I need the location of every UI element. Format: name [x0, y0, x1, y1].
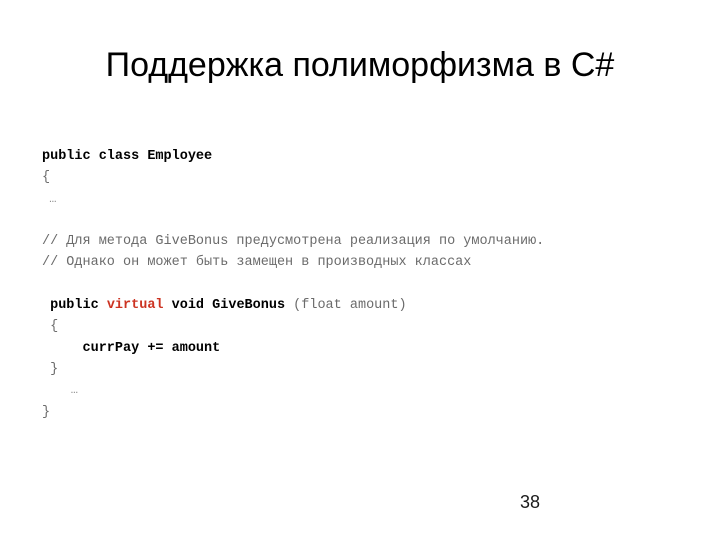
slide-page-number: 38 [519, 492, 541, 512]
code-token: } [42, 361, 59, 377]
code-token: // Однако он может быть замещен в произв… [42, 255, 472, 271]
code-token: currPay += amount [42, 340, 221, 356]
presentation-slide: Поддержка полиморфизма в C# public class… [0, 0, 720, 540]
code-token: } [42, 404, 51, 420]
line-comment-2: // Однако он может быть замещен в произв… [42, 252, 682, 273]
code-token: … [42, 191, 57, 206]
line-blank-1 [42, 210, 682, 231]
line-class-open-brace: { [42, 167, 682, 188]
code-token: // Для метода GiveBonus предусмотрена ре… [42, 234, 545, 250]
page-title: Поддержка полиморфизма в C# [105, 46, 615, 84]
line-comment-1: // Для метода GiveBonus предусмотрена ре… [42, 231, 682, 252]
line-body-assignment: currPay += amount [42, 338, 682, 359]
code-token: void GiveBonus [163, 298, 294, 314]
code-block: public class Employee { … // Для метода G… [42, 146, 682, 423]
line-class-ellipsis: … [42, 189, 682, 210]
code-token: virtual [106, 298, 164, 314]
line-class-close-brace: } [42, 402, 682, 423]
code-token: { [42, 319, 59, 335]
code-token: (float amount) [293, 298, 407, 314]
code-token: { [42, 170, 51, 186]
line-method-open-brace: { [42, 316, 682, 337]
code-token: … [42, 383, 79, 398]
line-method-signature: public virtual void GiveBonus (float amo… [42, 295, 682, 316]
line-class-decl: public class Employee [42, 146, 682, 167]
line-blank-2 [42, 274, 682, 295]
line-method-ellipsis: … [42, 380, 682, 401]
line-method-close-brace: } [42, 359, 682, 380]
code-token: public class Employee [42, 149, 213, 164]
code-token: public [42, 298, 107, 314]
